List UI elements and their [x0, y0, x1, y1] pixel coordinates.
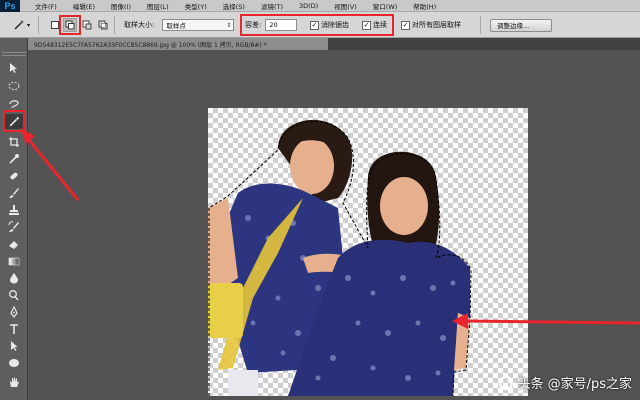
watermark-logo-icon [499, 375, 514, 390]
arrow-to-image [452, 313, 640, 329]
watermark: 头条 @家号/ps之家 [499, 373, 632, 392]
annotation-arrows [20, 128, 640, 329]
watermark-text: 头条 @家号/ps之家 [517, 377, 632, 392]
arrow-to-magic-wand [20, 128, 80, 201]
